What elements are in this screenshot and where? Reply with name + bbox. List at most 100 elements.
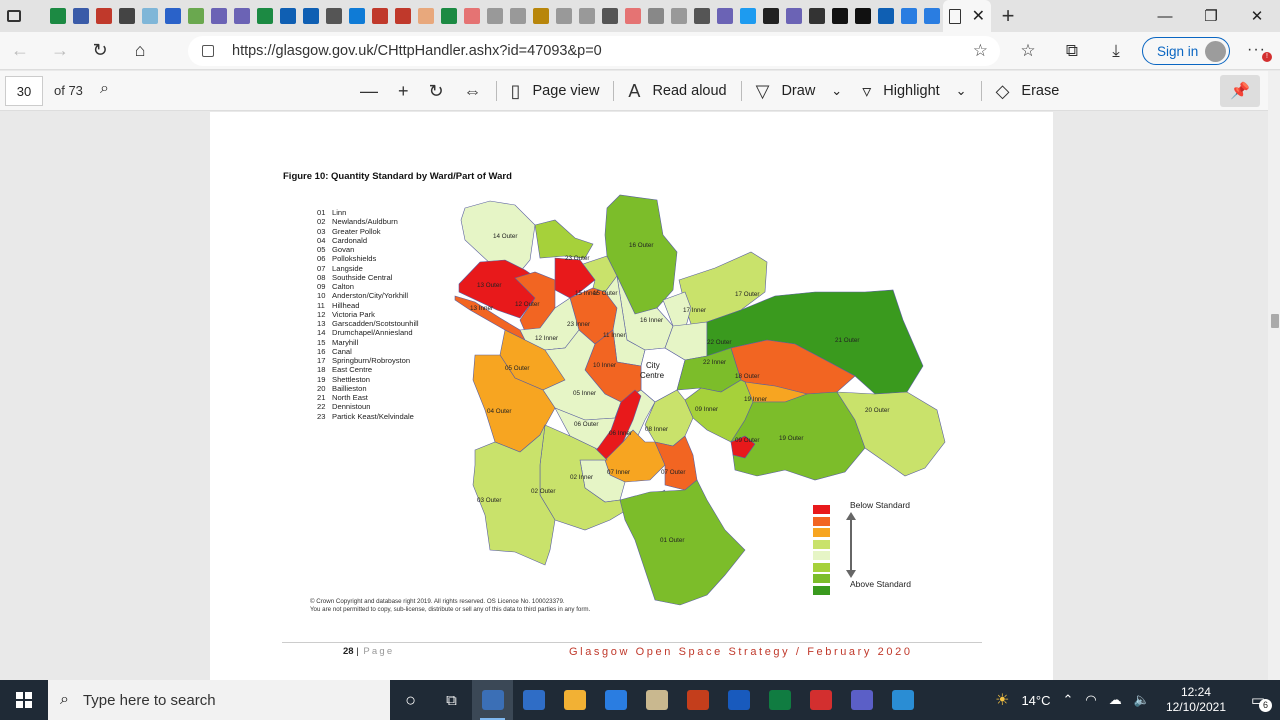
minus-button[interactable]: — xyxy=(350,71,388,111)
notifications-icon[interactable]: ▭ 6 xyxy=(1236,691,1280,712)
pinned-tab[interactable] xyxy=(161,0,184,32)
taskbar-app[interactable] xyxy=(636,680,677,720)
url-input[interactable]: https://glasgow.gov.uk/CHttpHandler.ashx… xyxy=(188,36,1000,66)
app-icon xyxy=(850,690,873,710)
forward-button[interactable]: → xyxy=(40,32,80,70)
weather-icon[interactable]: ☀ xyxy=(989,690,1015,710)
pinned-tab[interactable] xyxy=(368,0,391,32)
collections-icon[interactable]: ⧉ xyxy=(1050,41,1094,61)
taskbar-app[interactable] xyxy=(513,680,554,720)
plus-button[interactable]: + xyxy=(388,71,419,111)
pinned-tab[interactable] xyxy=(230,0,253,32)
pinned-tab[interactable] xyxy=(276,0,299,32)
pinned-tab[interactable] xyxy=(69,0,92,32)
ward-number: 21 xyxy=(317,393,326,402)
fit-width-button[interactable]: ⇔ xyxy=(454,71,492,111)
new-tab-button[interactable]: + xyxy=(991,3,1025,29)
footer-divider xyxy=(282,642,982,643)
pinned-tab[interactable] xyxy=(506,0,529,32)
favorites-icon[interactable]: ☆ xyxy=(1006,41,1050,61)
volume-icon[interactable]: 🔈 xyxy=(1128,692,1156,708)
page-view-button[interactable]: ▯ Page view xyxy=(501,71,610,111)
pinned-tab[interactable] xyxy=(690,0,713,32)
pinned-tab[interactable] xyxy=(552,0,575,32)
pinned-tab[interactable] xyxy=(345,0,368,32)
pinned-tab[interactable] xyxy=(253,0,276,32)
close-tab-icon[interactable]: ✕ xyxy=(972,6,985,26)
vertical-scrollbar[interactable] xyxy=(1268,71,1280,680)
tab-actions-menu-icon[interactable] xyxy=(0,0,28,32)
pin-toolbar-icon[interactable]: 📌 xyxy=(1220,75,1260,107)
pinned-tab[interactable] xyxy=(529,0,552,32)
pinned-tab[interactable] xyxy=(299,0,322,32)
taskbar-app[interactable] xyxy=(882,680,923,720)
pinned-tab[interactable] xyxy=(483,0,506,32)
chevron-down-icon[interactable]: ⌄ xyxy=(831,83,842,99)
pinned-tab[interactable] xyxy=(460,0,483,32)
weather-temp[interactable]: 14°C xyxy=(1015,693,1056,708)
taskbar-app[interactable] xyxy=(472,680,513,720)
lock-icon[interactable] xyxy=(202,45,214,57)
pinned-tab[interactable] xyxy=(598,0,621,32)
taskbar-app[interactable] xyxy=(677,680,718,720)
pinned-tab[interactable] xyxy=(782,0,805,32)
active-tab[interactable]: ✕ xyxy=(943,0,991,32)
map-label: 13 Outer xyxy=(477,282,502,289)
pinned-tab[interactable] xyxy=(92,0,115,32)
pinned-tab[interactable] xyxy=(759,0,782,32)
pinned-tab[interactable] xyxy=(667,0,690,32)
close-window-button[interactable]: ✕ xyxy=(1234,0,1280,32)
chevron-down-icon[interactable]: ⌄ xyxy=(956,83,967,99)
clock[interactable]: 12:24 12/10/2021 xyxy=(1156,685,1236,715)
rotate-button[interactable]: ↻ xyxy=(419,71,454,111)
taskbar-app[interactable] xyxy=(841,680,882,720)
read-aloud-button[interactable]: A Read aloud xyxy=(618,71,736,111)
cortana-icon[interactable]: ○ xyxy=(390,680,431,720)
home-button[interactable]: ⌂ xyxy=(120,32,160,70)
taskbar-app[interactable] xyxy=(595,680,636,720)
tray-chevron-icon[interactable]: ⌃ xyxy=(1057,692,1080,708)
back-button[interactable]: ← xyxy=(0,32,40,70)
downloads-icon[interactable]: ⤓ xyxy=(1094,41,1138,61)
highlight-button[interactable]: ▿ Highlight ⌄ xyxy=(852,71,976,111)
pinned-tab[interactable] xyxy=(644,0,667,32)
draw-button[interactable]: ▽ Draw ⌄ xyxy=(746,71,853,111)
pinned-tab[interactable] xyxy=(207,0,230,32)
taskbar-app[interactable] xyxy=(554,680,595,720)
pinned-tab[interactable] xyxy=(828,0,851,32)
network-icon[interactable]: ◠ xyxy=(1079,692,1102,708)
minimize-button[interactable]: — xyxy=(1142,0,1188,32)
pinned-tab[interactable] xyxy=(115,0,138,32)
task-view-icon[interactable]: ⧉ xyxy=(431,680,472,720)
sign-in-button[interactable]: Sign in xyxy=(1142,37,1230,65)
page-number-input[interactable]: 30 xyxy=(5,76,43,106)
pinned-tab[interactable] xyxy=(46,0,69,32)
pinned-tab[interactable] xyxy=(805,0,828,32)
start-button[interactable] xyxy=(0,680,48,720)
pinned-tab[interactable] xyxy=(713,0,736,32)
pinned-tab[interactable] xyxy=(874,0,897,32)
pinned-tab[interactable] xyxy=(736,0,759,32)
scrollbar-thumb[interactable] xyxy=(1271,314,1279,328)
pinned-tab[interactable] xyxy=(322,0,345,32)
cloud-icon[interactable]: ☁ xyxy=(1103,692,1128,708)
restore-button[interactable]: ❐ xyxy=(1188,0,1234,32)
pinned-tab[interactable] xyxy=(621,0,644,32)
taskbar-app[interactable] xyxy=(718,680,759,720)
pinned-tab[interactable] xyxy=(184,0,207,32)
add-favorite-icon[interactable]: ☆ xyxy=(973,41,988,61)
pinned-tab[interactable] xyxy=(897,0,920,32)
pinned-tab[interactable] xyxy=(920,0,943,32)
pinned-tab[interactable] xyxy=(851,0,874,32)
taskbar-app[interactable] xyxy=(759,680,800,720)
pinned-tab[interactable] xyxy=(437,0,460,32)
pinned-tab[interactable] xyxy=(138,0,161,32)
taskbar-search[interactable]: ⌕ Type here to search xyxy=(48,680,390,720)
pinned-tab[interactable] xyxy=(575,0,598,32)
search-icon[interactable]: ⌕ xyxy=(100,80,109,98)
pinned-tab[interactable] xyxy=(391,0,414,32)
taskbar-app[interactable] xyxy=(800,680,841,720)
erase-button[interactable]: ◇ Erase xyxy=(986,71,1070,111)
refresh-button[interactable]: ↻ xyxy=(80,32,120,70)
pinned-tab[interactable] xyxy=(414,0,437,32)
